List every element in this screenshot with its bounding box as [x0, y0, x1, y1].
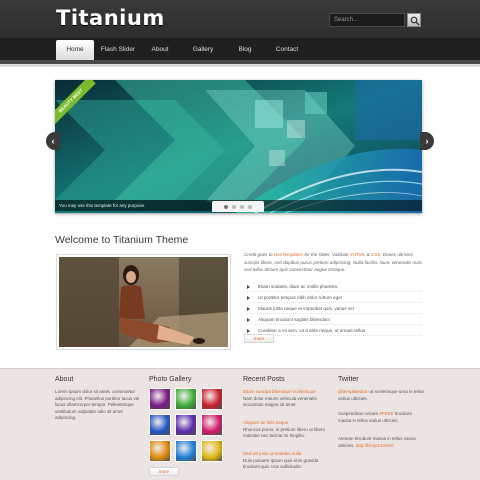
- tweet: @templatedom at scelerisque urna in tell…: [338, 389, 425, 401]
- gallery-thumbnail[interactable]: [201, 414, 223, 436]
- woman-photo-image: [59, 257, 228, 347]
- welcome-photo: [56, 254, 231, 350]
- gallery-thumbnail[interactable]: [149, 414, 171, 436]
- image-slider[interactable]: BEAUTY BEST: [55, 80, 422, 213]
- footer-about-heading: About: [55, 376, 74, 383]
- slider-next-button[interactable]: ›: [420, 132, 434, 150]
- gallery-thumbnail[interactable]: [175, 414, 197, 436]
- xhtml-link[interactable]: XHTML: [350, 252, 366, 257]
- bullet-arrow-icon: [247, 295, 250, 300]
- slider-dot[interactable]: [240, 205, 244, 209]
- gallery-more-button[interactable]: more: [149, 467, 179, 476]
- credit-link[interactable]: DezTemplates: [274, 252, 303, 257]
- welcome-more-button[interactable]: more: [244, 334, 274, 343]
- gallery-thumbnail[interactable]: [175, 388, 197, 410]
- slider-prev-button[interactable]: ‹: [46, 132, 60, 150]
- slider-image: [55, 80, 422, 213]
- tweet: Suspendisse ornare #FREE tincidunt massa…: [338, 411, 412, 423]
- slider-dot[interactable]: [248, 205, 252, 209]
- welcome-title: Welcome to Titanium Theme: [55, 234, 189, 246]
- recent-post: Etiam suscipit bibendum scelerisque Nam …: [243, 389, 335, 409]
- site-logo[interactable]: Titanium: [56, 6, 165, 30]
- footer-gallery-heading: Photo Gallery: [149, 376, 192, 383]
- recent-post: Sed vel justo ut sodales nulla Duis posu…: [243, 451, 335, 471]
- nav-item-blog[interactable]: Blog: [231, 40, 259, 60]
- list-item: Mauris justo neque et imperdiet quis, va…: [247, 303, 422, 314]
- bullet-arrow-icon: [247, 284, 250, 289]
- tweet-link[interactable]: http://bit.ly/13Ae2G: [356, 443, 394, 448]
- search-icon: [410, 16, 420, 26]
- gallery-thumbnail[interactable]: [201, 440, 223, 462]
- footer-twitter-heading: Twitter: [338, 376, 359, 383]
- nav-item-flash-slider[interactable]: Flash Slider: [97, 40, 139, 60]
- slider-dot[interactable]: [224, 205, 228, 209]
- gallery-thumbnail[interactable]: [175, 440, 197, 462]
- nav-item-home[interactable]: Home: [56, 40, 94, 60]
- welcome-intro: Credit goes to DezTemplates for the slid…: [244, 252, 423, 272]
- site-footer: [0, 368, 480, 480]
- nav-divider-light: [0, 64, 480, 67]
- slider-dot[interactable]: [232, 205, 236, 209]
- list-item: Etiam sodales, diam ac mollis pharetra: [247, 281, 422, 292]
- footer-recent-heading: Recent Posts: [243, 376, 285, 383]
- bullet-arrow-icon: [247, 306, 250, 311]
- tweet-link[interactable]: #FREE: [379, 411, 394, 416]
- gallery-thumbnail[interactable]: [201, 388, 223, 410]
- nav-item-contact[interactable]: Contact: [268, 40, 306, 60]
- feature-list: Etiam sodales, diam ac mollis pharetra U…: [247, 281, 422, 336]
- slider-pagination: [212, 201, 264, 212]
- nav-item-about[interactable]: About: [143, 40, 177, 60]
- css-link[interactable]: CSS: [371, 252, 380, 257]
- tweet: Aenean tincidunt massa in tellus varius …: [338, 436, 416, 448]
- bullet-arrow-icon: [247, 317, 250, 322]
- list-item: Aliquam tincidunt sagittis bibendum: [247, 314, 422, 325]
- search-button[interactable]: [407, 13, 421, 27]
- search-input[interactable]: Search...: [329, 13, 405, 27]
- gallery-thumbnail[interactable]: [149, 388, 171, 410]
- list-item: Ut porttitor tempus nibh dolor rutrum eg…: [247, 292, 422, 303]
- footer-about-text: Lorem ipsum dolor sit amet, consectetur …: [55, 389, 140, 420]
- recent-post: Aliquam ac felis neque Rhoncus purus, in…: [243, 420, 335, 440]
- tweet-link[interactable]: @templatedom: [338, 389, 369, 394]
- nav-item-gallery[interactable]: Gallery: [185, 40, 221, 60]
- gallery-thumbnail[interactable]: [149, 440, 171, 462]
- bullet-arrow-icon: [247, 328, 250, 333]
